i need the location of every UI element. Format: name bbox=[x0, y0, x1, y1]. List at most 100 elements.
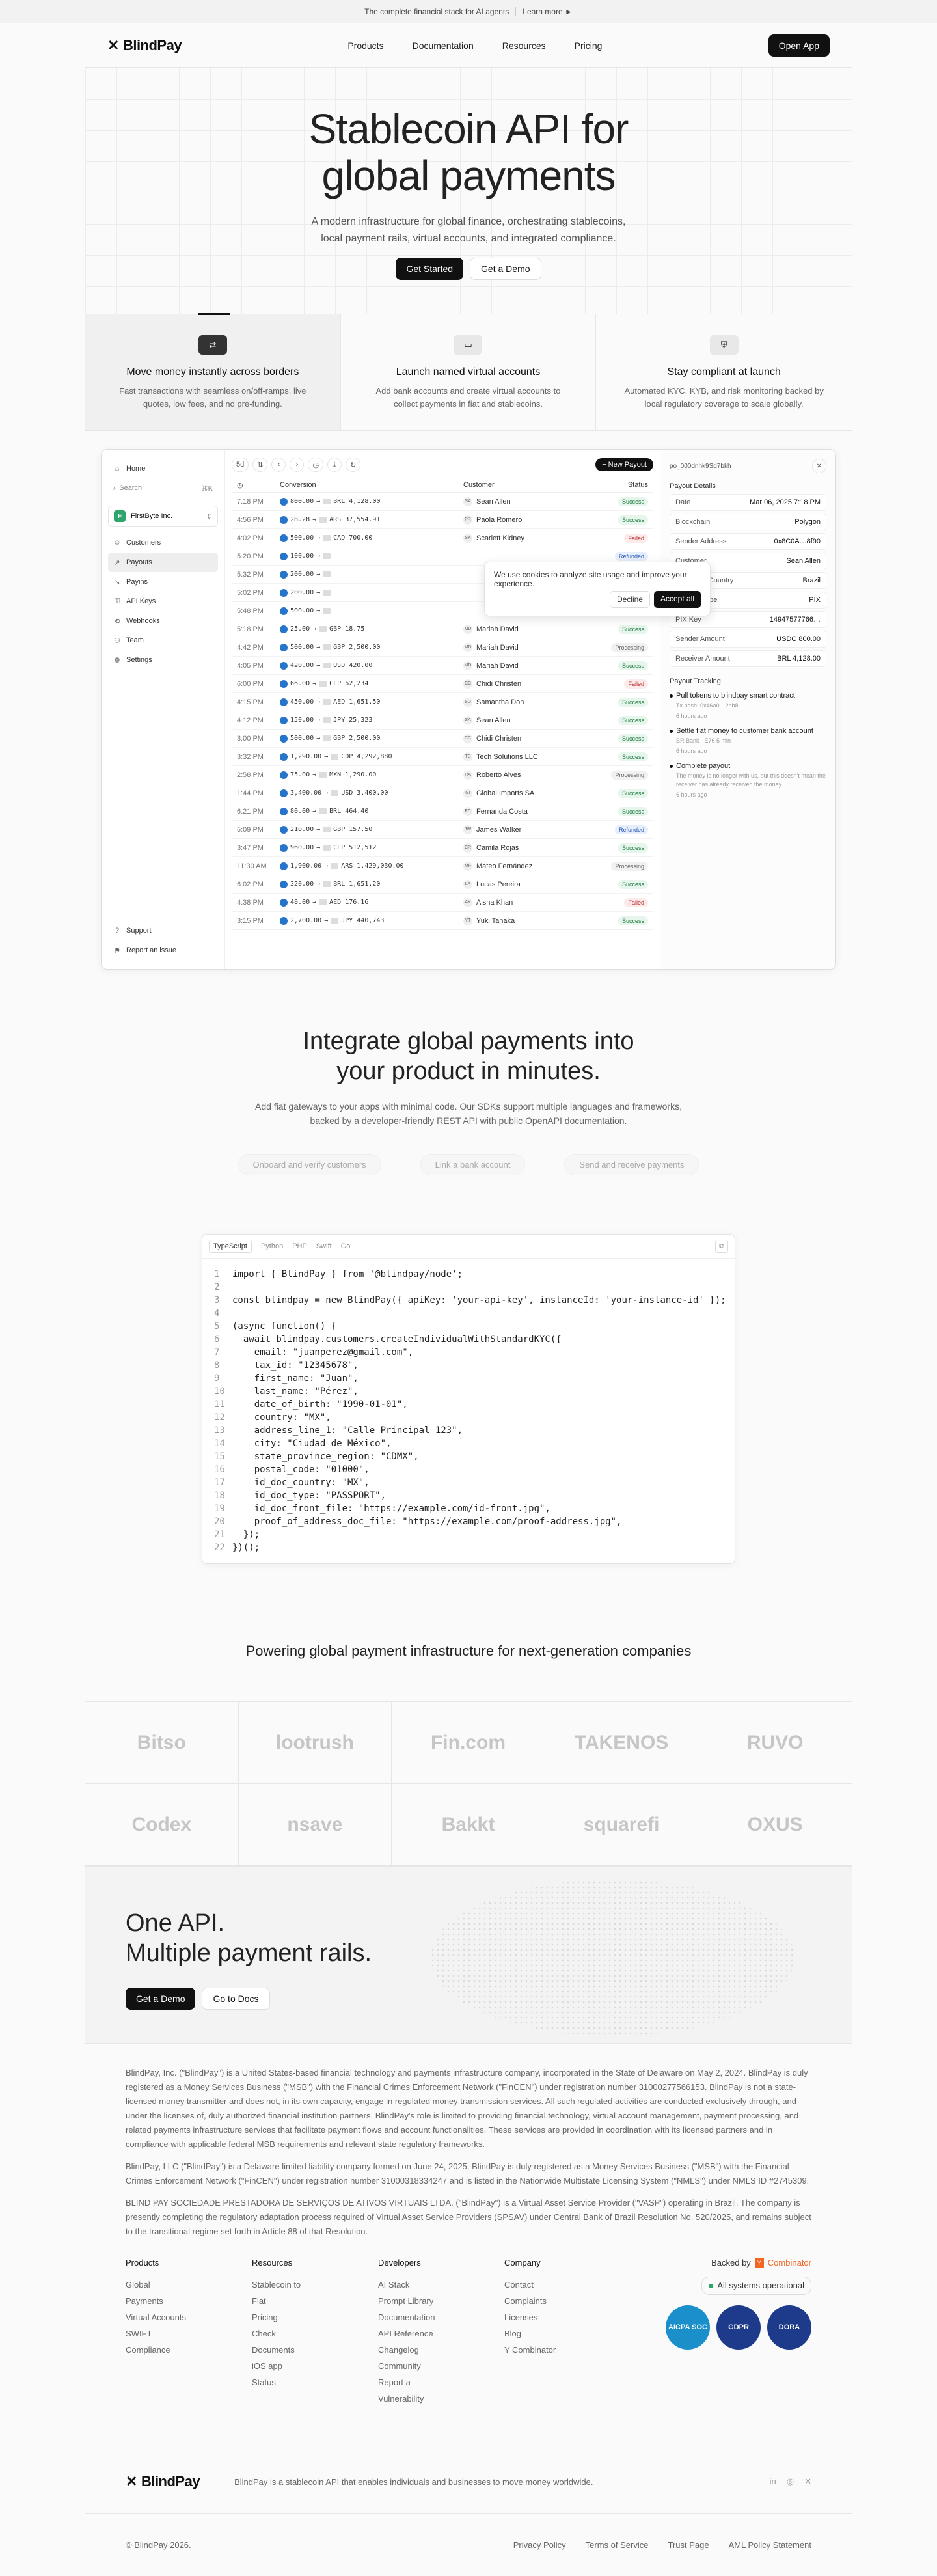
copy-icon[interactable]: ⧉ bbox=[715, 1240, 728, 1253]
clock-icon[interactable]: ◷ bbox=[308, 458, 324, 472]
sidebar-item-payins[interactable]: ↘ Payins bbox=[108, 572, 218, 592]
nav-products[interactable]: Products bbox=[347, 40, 383, 51]
step-send-receive[interactable]: Send and receive payments bbox=[564, 1154, 699, 1175]
learn-more-link[interactable]: Learn more ► bbox=[523, 7, 573, 16]
table-row[interactable]: 4:15 PM 450.00 → AED 1,651.50 SD Samantha Don… bbox=[232, 693, 653, 711]
footer-link[interactable]: Virtual Accounts bbox=[126, 2309, 189, 2325]
table-row[interactable]: 4:56 PM 28.28 → ARS 37,554.91 PR Paola Romero… bbox=[232, 511, 653, 529]
footer-link[interactable]: Licenses bbox=[504, 2309, 556, 2325]
table-row[interactable]: 3:32 PM 1,290.00 → COP 4,292,880 TS Tech Solu… bbox=[232, 748, 653, 766]
table-row[interactable]: 4:02 PM 500.00 → CAD 700.00 SK Scarlett Kidne… bbox=[232, 529, 653, 547]
table-row[interactable]: 4:38 PM 48.00 → AED 176.16 AK Aisha Khan Faile… bbox=[232, 894, 653, 912]
terms-link[interactable]: Terms of Service bbox=[586, 2540, 649, 2550]
x-icon[interactable]: ✕ bbox=[804, 2476, 811, 2487]
table-row[interactable]: 5:09 PM 210.00 → GBP 157.50 JW James Walker Re… bbox=[232, 821, 653, 839]
tab-typescript[interactable]: TypeScript bbox=[209, 1240, 252, 1253]
table-row[interactable]: 3:47 PM 960.00 → CLP 512,512 CR Camila Rojas S… bbox=[232, 839, 653, 857]
tab-go[interactable]: Go bbox=[341, 1242, 351, 1250]
trust-link[interactable]: Trust Page bbox=[668, 2540, 709, 2550]
footer-link[interactable]: Status bbox=[252, 2374, 315, 2391]
sidebar-item-home[interactable]: ⌂ Home bbox=[108, 459, 218, 478]
footer-link[interactable]: Community bbox=[378, 2358, 441, 2374]
date-filter[interactable]: 5d bbox=[232, 458, 249, 472]
sidebar-item-team[interactable]: ⚇ Team bbox=[108, 631, 218, 650]
download-icon[interactable]: ⤓ bbox=[327, 458, 342, 472]
footer-link[interactable]: Global Payments bbox=[126, 2277, 189, 2309]
get-started-button[interactable]: Get Started bbox=[396, 258, 464, 280]
sidebar-item-support[interactable]: ? Support bbox=[108, 921, 218, 940]
sidebar-item-api-keys[interactable]: ⚿ API Keys bbox=[108, 592, 218, 611]
accept-all-button[interactable]: Accept all bbox=[653, 591, 701, 608]
org-switcher[interactable]: F FirstByte Inc. ⇕ bbox=[108, 506, 218, 527]
privacy-link[interactable]: Privacy Policy bbox=[513, 2540, 566, 2550]
table-row[interactable]: 6:00 PM 66.00 → CLP 62,234 CC Chidi Christen F… bbox=[232, 675, 653, 693]
sidebar-item-webhooks[interactable]: ⟲ Webhooks bbox=[108, 611, 218, 631]
table-row[interactable]: 4:42 PM 500.00 → GBP 2,500.00 MD Mariah David… bbox=[232, 638, 653, 657]
nav-documentation[interactable]: Documentation bbox=[413, 40, 474, 51]
footer-link[interactable]: Stablecoin to Fiat bbox=[252, 2277, 315, 2309]
footer-link[interactable]: Report a Vulnerability bbox=[378, 2374, 441, 2407]
backed-by[interactable]: Backed by Y Combinator bbox=[666, 2256, 811, 2270]
table-row[interactable]: 11:30 AM 1,900.00 → ARS 1,429,030.00 MF Mateo… bbox=[232, 857, 653, 875]
footer-link[interactable]: Documentation bbox=[378, 2309, 441, 2325]
nav-resources[interactable]: Resources bbox=[502, 40, 546, 51]
sidebar-item-payouts[interactable]: ↗ Payouts bbox=[108, 553, 218, 572]
table-row[interactable]: 6:21 PM 80.00 → BRL 464.40 FC Fernanda Costa S… bbox=[232, 802, 653, 821]
close-icon[interactable]: ✕ bbox=[811, 459, 826, 473]
sidebar-item-customers[interactable]: ☺ Customers bbox=[108, 533, 218, 553]
new-payout-button[interactable]: + New Payout bbox=[595, 458, 653, 471]
table-row[interactable]: 3:15 PM 2,700.00 → JPY 440,743 YT Yuki Tanaka… bbox=[232, 912, 653, 930]
decline-button[interactable]: Decline bbox=[609, 591, 650, 608]
footer-link[interactable]: Y Combinator bbox=[504, 2342, 556, 2358]
feature-tab-borders[interactable]: ⇄ Move money instantly across borders Fa… bbox=[85, 313, 341, 430]
github-icon[interactable]: ◎ bbox=[787, 2476, 794, 2487]
footer-link[interactable]: Compliance bbox=[126, 2342, 189, 2358]
footer-link[interactable]: SWIFT bbox=[126, 2325, 189, 2342]
col-conversion[interactable]: Conversion bbox=[280, 481, 463, 489]
payout-id[interactable]: po_000dnhk9Sd7bkh bbox=[670, 463, 731, 470]
step-onboard[interactable]: Onboard and verify customers bbox=[238, 1154, 381, 1175]
footer-link[interactable]: Contact bbox=[504, 2277, 556, 2293]
table-row[interactable]: 1:44 PM 3,400.00 → USD 3,400.00 GI Global Imp… bbox=[232, 784, 653, 802]
refresh-icon[interactable]: ↻ bbox=[346, 458, 361, 472]
sidebar-search[interactable]: ⌕ Search ⌘K bbox=[108, 478, 218, 498]
linkedin-icon[interactable]: in bbox=[770, 2476, 776, 2487]
tab-python[interactable]: Python bbox=[261, 1242, 283, 1250]
footer-link[interactable]: Complaints bbox=[504, 2293, 556, 2309]
brand-logo[interactable]: ✕ BlindPay bbox=[126, 2473, 200, 2490]
status-badge[interactable]: All systems operational bbox=[701, 2277, 811, 2295]
get-demo-button[interactable]: Get a Demo bbox=[470, 258, 541, 280]
col-customer[interactable]: Customer bbox=[463, 481, 608, 489]
step-link-bank[interactable]: Link a bank account bbox=[420, 1154, 526, 1175]
tab-swift[interactable]: Swift bbox=[316, 1242, 332, 1250]
sidebar-item-report[interactable]: ⚑ Report an issue bbox=[108, 940, 218, 960]
table-row[interactable]: 6:02 PM 320.00 → BRL 1,651.20 LP Lucas Pereir… bbox=[232, 875, 653, 894]
footer-link[interactable]: API Reference bbox=[378, 2325, 441, 2342]
col-status[interactable]: Status bbox=[608, 481, 648, 489]
feature-tab-accounts[interactable]: ▭ Launch named virtual accounts Add bank… bbox=[341, 314, 597, 430]
footer-link[interactable]: Pricing bbox=[252, 2309, 315, 2325]
footer-link[interactable]: Check Documents bbox=[252, 2325, 315, 2358]
brand-logo[interactable]: ✕ BlindPay bbox=[107, 37, 182, 54]
table-row[interactable]: 2:58 PM 75.00 → MXN 1,290.00 RA Roberto Alves… bbox=[232, 766, 653, 784]
aml-link[interactable]: AML Policy Statement bbox=[729, 2540, 811, 2550]
sidebar-item-settings[interactable]: ⚙ Settings bbox=[108, 650, 218, 670]
footer-link[interactable]: AI Stack bbox=[378, 2277, 441, 2293]
footer-link[interactable]: Blog bbox=[504, 2325, 556, 2342]
table-row[interactable]: 5:18 PM 25.00 → GBP 18.75 MD Mariah David Succ… bbox=[232, 620, 653, 638]
nav-pricing[interactable]: Pricing bbox=[575, 40, 603, 51]
table-row[interactable]: 3:00 PM 500.00 → GBP 2,500.00 CC Chidi Christ… bbox=[232, 730, 653, 748]
get-demo-button[interactable]: Get a Demo bbox=[126, 1988, 196, 2010]
footer-link[interactable]: Changelog bbox=[378, 2342, 441, 2358]
footer-link[interactable]: iOS app bbox=[252, 2358, 315, 2374]
chevron-left-icon[interactable]: ‹ bbox=[271, 458, 286, 472]
table-row[interactable]: 4:05 PM 420.00 → USD 420.00 MD Mariah David Su… bbox=[232, 657, 653, 675]
open-app-button[interactable]: Open App bbox=[768, 34, 830, 57]
go-to-docs-button[interactable]: Go to Docs bbox=[202, 1988, 270, 2010]
feature-tab-compliance[interactable]: ⛨ Stay compliant at launch Automated KYC… bbox=[596, 314, 852, 430]
footer-link[interactable]: Prompt Library bbox=[378, 2293, 441, 2309]
chevron-right-icon[interactable]: › bbox=[290, 458, 305, 472]
tab-php[interactable]: PHP bbox=[292, 1242, 307, 1250]
table-row[interactable]: 4:12 PM 150.00 → JPY 25,323 SA Sean Allen Succ… bbox=[232, 711, 653, 730]
table-row[interactable]: 7:18 PM 800.00 → BRL 4,128.00 SA Sean Allen Su… bbox=[232, 493, 653, 511]
